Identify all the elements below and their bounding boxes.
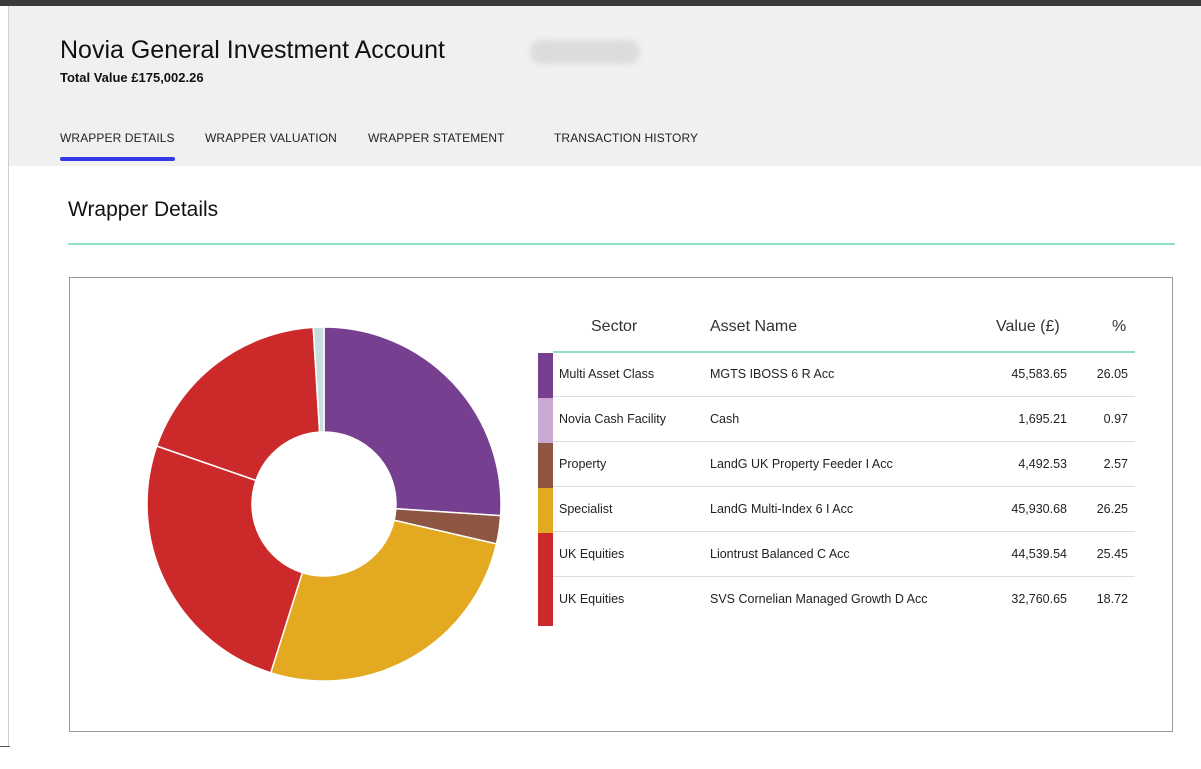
sector-color-swatch [538,443,553,488]
sector-color-swatch [538,533,553,578]
sector-color-swatch [538,488,553,533]
cell-value: 1,695.21 [1018,412,1067,426]
cell-percent: 26.05 [1096,367,1128,381]
sector-color-swatch [538,353,553,398]
cell-sector: Specialist [559,502,613,516]
cell-percent: 0.97 [1103,412,1128,426]
cell-value: 4,492.53 [1018,457,1067,471]
row-divider [553,486,1135,487]
header-asset-name: Asset Name [710,318,798,335]
cell-value: 32,760.65 [1011,592,1067,606]
cell-percent: 26.25 [1096,502,1128,516]
table-row: Property LandG UK Property Feeder I Acc … [538,443,1135,488]
row-divider [553,441,1135,442]
cell-percent: 18.72 [1096,592,1128,606]
cell-percent: 2.57 [1103,457,1128,471]
row-divider [553,396,1135,397]
cell-sector: UK Equities [559,547,625,561]
header-value: Value (£) [996,318,1060,335]
donut-slice-specialist-2 [269,519,498,682]
cell-sector: Novia Cash Facility [559,412,666,426]
cell-value: 44,539.54 [1011,547,1067,561]
cell-percent: 25.45 [1096,547,1128,561]
cell-asset-name: Liontrust Balanced C Acc [710,547,850,561]
row-divider [553,531,1135,532]
table-row: Novia Cash Facility Cash 1,695.21 0.97 [538,398,1135,443]
cell-sector: Multi Asset Class [559,367,655,381]
cell-asset-name: LandG Multi-Index 6 I Acc [710,502,854,516]
donut-slice-uk-equities-3 [146,445,304,674]
cell-value: 45,583.65 [1011,367,1067,381]
cell-value: 45,930.68 [1011,502,1067,516]
cell-asset-name: SVS Cornelian Managed Growth D Acc [710,592,928,606]
table-row: Specialist LandG Multi-Index 6 I Acc 45,… [538,488,1135,533]
cell-sector: UK Equities [559,592,625,606]
table-row: Multi Asset Class MGTS IBOSS 6 R Acc 45,… [538,353,1135,398]
cell-asset-name: MGTS IBOSS 6 R Acc [710,367,835,381]
cell-asset-name: LandG UK Property Feeder I Acc [710,457,893,471]
cell-asset-name: Cash [710,412,740,426]
table-row: UK Equities SVS Cornelian Managed Growth… [538,578,1135,626]
header-sector: Sector [591,318,638,335]
table-row: UK Equities Liontrust Balanced C Acc 44,… [538,533,1135,578]
row-divider [553,576,1135,577]
header-percent: % [1112,318,1127,335]
sector-color-swatch [538,398,553,443]
margin-tick [0,746,10,747]
donut-slice-multi-asset-class-0 [323,326,502,517]
cell-sector: Property [559,457,607,471]
sector-color-swatch [538,578,553,626]
